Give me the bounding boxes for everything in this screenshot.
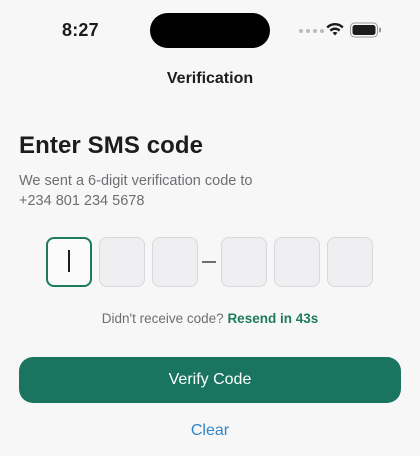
dynamic-island bbox=[150, 13, 270, 48]
wifi-icon bbox=[326, 22, 344, 36]
signal-icon bbox=[299, 29, 324, 33]
nav-title: Verification bbox=[166, 70, 254, 87]
subtitle: We sent a 6-digit verification code to +… bbox=[19, 171, 379, 211]
code-separator bbox=[202, 261, 216, 263]
resend-link[interactable]: Resend in 43s bbox=[227, 311, 318, 326]
page-heading: Enter SMS code bbox=[19, 132, 204, 159]
subtitle-text: We sent a 6-digit verification code to bbox=[19, 173, 253, 189]
phone-number: +234 801 234 5678 bbox=[19, 193, 145, 209]
code-input-row bbox=[0, 237, 420, 287]
text-caret bbox=[68, 250, 70, 272]
battery-icon bbox=[350, 22, 381, 38]
code-digit-3[interactable] bbox=[152, 237, 198, 287]
status-bar: 8:27 bbox=[0, 0, 420, 62]
code-digit-6[interactable] bbox=[327, 237, 373, 287]
resend-row: Didn't receive code? Resend in 43s bbox=[0, 311, 420, 326]
verification-screen: 8:27 Verification Enter SMS code We sent… bbox=[0, 0, 420, 456]
code-digit-2[interactable] bbox=[99, 237, 145, 287]
verify-code-button[interactable]: Verify Code bbox=[19, 357, 401, 403]
clear-button[interactable]: Clear bbox=[0, 422, 420, 440]
code-digit-5[interactable] bbox=[274, 237, 320, 287]
code-digit-4[interactable] bbox=[221, 237, 267, 287]
status-time: 8:27 bbox=[62, 20, 99, 40]
resend-prompt: Didn't receive code? bbox=[101, 311, 224, 326]
